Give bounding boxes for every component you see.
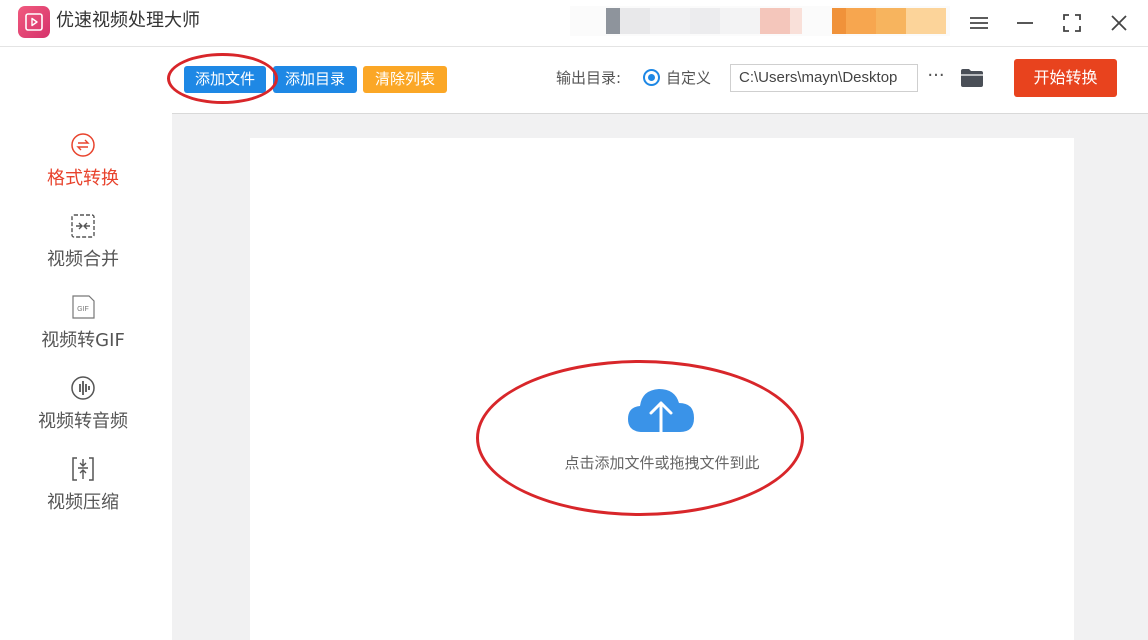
output-path-field[interactable]: C:\Users\mayn\Desktop <box>730 64 918 92</box>
toolbar: 添加文件 添加目录 清除列表 输出目录: 自定义 C:\Users\mayn\D… <box>172 47 1148 114</box>
sidebar: 格式转换 视频合并 GIF 视频转GIF 视频转音频 视频压缩 <box>0 47 172 640</box>
cloud-upload-icon <box>625 382 697 450</box>
drop-hint-text: 点击添加文件或拖拽文件到此 <box>564 454 760 472</box>
custom-dir-radio[interactable] <box>643 69 660 86</box>
custom-dir-radio-label[interactable]: 自定义 <box>666 67 711 88</box>
hamburger-icon <box>970 17 988 29</box>
compress-icon <box>70 456 96 482</box>
sidebar-item-label: 视频压缩 <box>47 492 119 513</box>
audio-icon <box>70 375 96 401</box>
redacted-region <box>570 6 950 36</box>
gif-icon: GIF <box>70 294 96 320</box>
merge-icon <box>70 213 96 239</box>
main-area: 添加文件 添加目录 清除列表 输出目录: 自定义 C:\Users\mayn\D… <box>172 47 1148 640</box>
sidebar-item-audio[interactable]: 视频转音频 <box>0 375 166 451</box>
format-convert-icon <box>70 132 96 158</box>
sidebar-item-label: 视频合并 <box>47 249 119 270</box>
minimize-button[interactable] <box>1010 8 1040 38</box>
sidebar-item-label: 格式转换 <box>47 168 119 189</box>
clear-list-button[interactable]: 清除列表 <box>363 66 447 93</box>
sidebar-item-label: 视频转GIF <box>41 330 125 351</box>
add-file-button[interactable]: 添加文件 <box>184 66 266 93</box>
sidebar-item-merge[interactable]: 视频合并 <box>0 213 166 289</box>
close-icon <box>1111 15 1127 31</box>
sidebar-item-gif[interactable]: GIF 视频转GIF <box>0 294 166 370</box>
app-logo-icon <box>18 6 50 38</box>
close-button[interactable] <box>1104 8 1134 38</box>
output-dir-label: 输出目录: <box>556 69 622 87</box>
open-folder-icon[interactable] <box>960 68 984 92</box>
add-folder-button[interactable]: 添加目录 <box>273 66 357 93</box>
sidebar-item-format-convert[interactable]: 格式转换 <box>0 132 166 208</box>
menu-button[interactable] <box>964 8 994 38</box>
sidebar-item-label: 视频转音频 <box>38 411 128 432</box>
app-title: 优速视频处理大师 <box>56 10 200 31</box>
maximize-icon <box>1063 14 1081 32</box>
file-drop-zone[interactable]: 点击添加文件或拖拽文件到此 <box>250 138 1074 640</box>
title-bar: 优速视频处理大师 <box>0 0 1148 47</box>
minimize-icon <box>1017 22 1033 24</box>
start-convert-button[interactable]: 开始转换 <box>1014 59 1117 97</box>
svg-text:GIF: GIF <box>77 306 89 313</box>
maximize-button[interactable] <box>1057 8 1087 38</box>
browse-more-button[interactable]: ··· <box>924 63 948 91</box>
sidebar-item-compress[interactable]: 视频压缩 <box>0 456 166 532</box>
